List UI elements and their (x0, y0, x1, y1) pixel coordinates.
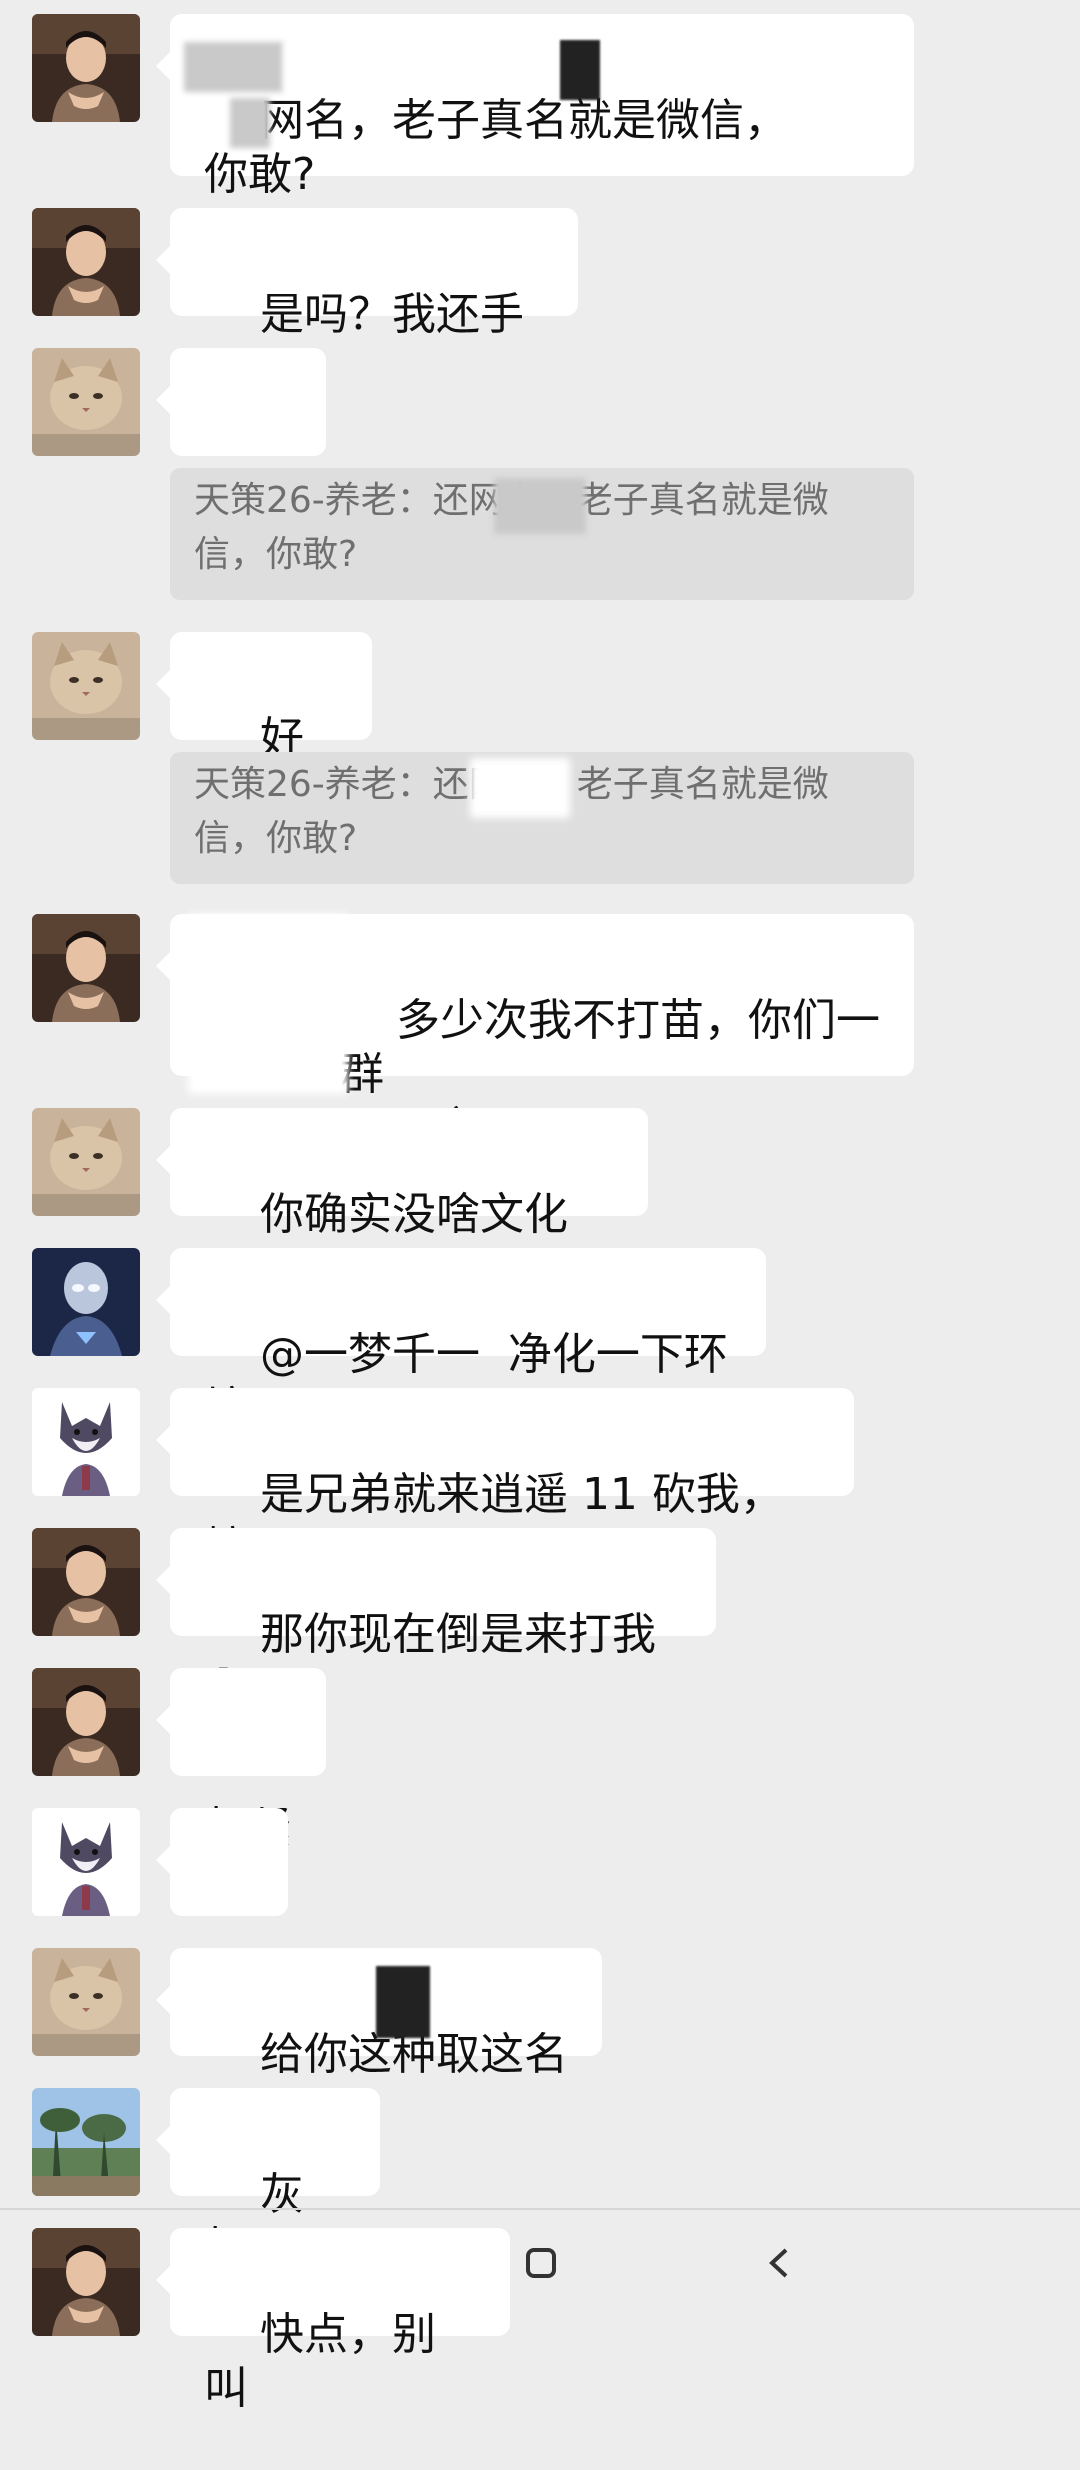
message-text: 你确实没啥文化 (259, 1189, 568, 1240)
cat-avatar[interactable] (32, 348, 140, 456)
cat-avatar[interactable] (32, 1948, 140, 2056)
home-square-icon[interactable] (524, 2246, 558, 2284)
message-bubble[interactable]: 网名，老子真名就是微信， 你敢? (156, 14, 914, 200)
message-bubble[interactable] (156, 1808, 288, 1916)
message-text: 快点，别叫 (204, 2309, 436, 2414)
message-bubble[interactable]: 赶紧 (156, 1668, 326, 1854)
cat-avatar[interactable] (32, 632, 140, 740)
wolf-avatar[interactable] (32, 1808, 140, 1916)
man-avatar[interactable] (32, 1528, 140, 1636)
man-avatar[interactable] (32, 914, 140, 1022)
hero-avatar[interactable] (32, 1248, 140, 1356)
message-bubble[interactable]: 快点，别叫 (156, 2228, 510, 2414)
back-chevron-icon[interactable] (762, 2246, 796, 2284)
man-avatar[interactable] (32, 14, 140, 122)
landscape-avatar[interactable] (32, 2088, 140, 2196)
message-bubble[interactable]: 是兄弟就来逍遥 11 砍我，榜一 (156, 1388, 854, 1574)
message-bubble[interactable]: 好厉害 (156, 632, 372, 818)
man-avatar[interactable] (32, 1668, 140, 1776)
man-avatar[interactable] (32, 2228, 140, 2336)
wolf-avatar[interactable] (32, 1388, 140, 1496)
message-bubble[interactable]: 灰机 (156, 2088, 380, 2274)
message-bubble[interactable]: @一梦千一 净化一下环境 (156, 1248, 766, 1434)
message-bubble[interactable]: 多少次我不打苗，你们一群 天天咬 (156, 914, 914, 1154)
quoted-message[interactable]: 天策26-养老：还网名，老子真名就是微信，你敢? (170, 468, 914, 600)
message-bubble[interactable]: 你确实没啥文化 (156, 1108, 648, 1240)
cat-avatar[interactable] (32, 1108, 140, 1216)
message-bubble[interactable]: 笑死 (156, 348, 326, 534)
message-bubble[interactable]: 是吗？我还手了? (156, 208, 578, 394)
message-bubble[interactable]: 给你这种取这名 (156, 1948, 602, 2080)
message-text: 网名，老子真名就是微信， 你敢? (204, 95, 788, 200)
quoted-message[interactable]: 天策26-养老：还网名，老子真名就是微信，你敢? (170, 752, 914, 884)
man-avatar[interactable] (32, 208, 140, 316)
message-bubble[interactable]: 那你现在倒是来打我啊? (156, 1528, 716, 1714)
